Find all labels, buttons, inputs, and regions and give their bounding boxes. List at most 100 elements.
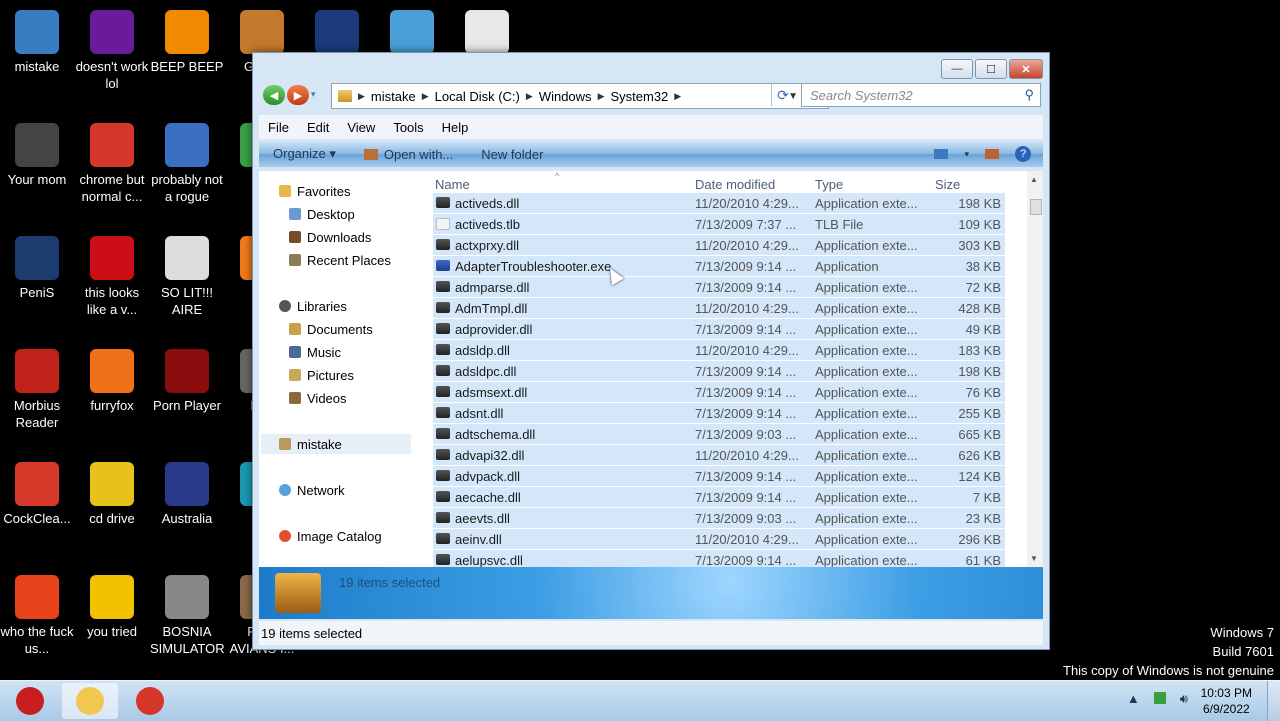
- desktop-icon[interactable]: who the fuck us...: [0, 575, 74, 657]
- show-desktop-button[interactable]: [1267, 681, 1280, 721]
- taskbar-button[interactable]: [122, 683, 178, 719]
- file-row[interactable]: advapi32.dll 11/20/2010 4:29... Applicatio…: [433, 445, 1005, 466]
- file-row[interactable]: activeds.dll 11/20/2010 4:29... Applicatio…: [433, 193, 1005, 214]
- desktop-icon[interactable]: BOSNIA SIMULATOR: [150, 575, 225, 657]
- nav-pictures[interactable]: Pictures: [289, 365, 354, 385]
- desktop-icon[interactable]: Australia: [150, 462, 224, 527]
- refresh-button[interactable]: ⟳: [771, 84, 794, 106]
- desktop-icon[interactable]: probably not a rogue: [150, 123, 224, 205]
- menu-view[interactable]: View: [338, 120, 384, 135]
- file-row[interactable]: AdapterTroubleshooter.exe 7/13/2009 9:14 …: [433, 256, 1005, 277]
- breadcrumb-separator-icon[interactable]: ▶: [422, 91, 429, 102]
- file-row[interactable]: adprovider.dll 7/13/2009 9:14 ... Applicat…: [433, 319, 1005, 340]
- open-with-button[interactable]: Open with...: [350, 147, 467, 162]
- file-row[interactable]: adsldp.dll 11/20/2010 4:29... Application …: [433, 340, 1005, 361]
- desktop-icon[interactable]: Your mom: [0, 123, 74, 188]
- taskbar-button[interactable]: [62, 683, 118, 719]
- new-folder-button[interactable]: New folder: [467, 147, 557, 162]
- network-icon[interactable]: [1153, 692, 1166, 704]
- desktop-icon[interactable]: PeniS: [0, 236, 74, 301]
- search-icon[interactable]: ⚲: [1024, 87, 1034, 103]
- address-bar[interactable]: ▶ mistake ▶ Local Disk (C:) ▶ Windows ▶ …: [331, 83, 829, 109]
- volume-icon[interactable]: 🔊︎: [1180, 691, 1188, 707]
- file-row[interactable]: aecache.dll 7/13/2009 9:14 ... Application…: [433, 487, 1005, 508]
- file-type: Application exte...: [815, 343, 918, 358]
- desktop-icon[interactable]: [450, 10, 524, 58]
- breadcrumb-windows[interactable]: Windows: [533, 89, 598, 104]
- taskbar-button[interactable]: [2, 683, 58, 719]
- column-date-modified[interactable]: Date modified: [695, 177, 775, 192]
- column-name[interactable]: Name: [435, 177, 470, 192]
- nav-network[interactable]: Network: [279, 480, 345, 500]
- desktop-icon[interactable]: [300, 10, 374, 58]
- column-size[interactable]: Size: [935, 177, 960, 192]
- nav-videos[interactable]: Videos: [289, 388, 347, 408]
- menu-help[interactable]: Help: [433, 120, 478, 135]
- menu-edit[interactable]: Edit: [298, 120, 338, 135]
- file-row[interactable]: adsldpc.dll 7/13/2009 9:14 ... Application…: [433, 361, 1005, 382]
- file-row[interactable]: adsmsext.dll 7/13/2009 9:14 ... Applicatio…: [433, 382, 1005, 403]
- breadcrumb-mistake[interactable]: mistake: [365, 89, 422, 104]
- organize-button[interactable]: Organize ▾: [259, 146, 350, 162]
- desktop-icon[interactable]: Morbius Reader: [0, 349, 74, 431]
- nav-libraries[interactable]: Libraries: [279, 296, 347, 316]
- image-catalog-icon: [279, 530, 291, 542]
- nav-desktop[interactable]: Desktop: [289, 204, 355, 224]
- change-view-icon[interactable]: [934, 149, 949, 159]
- breadcrumb-local-disk[interactable]: Local Disk (C:): [429, 89, 526, 104]
- desktop-icon[interactable]: chrome but normal c...: [75, 123, 149, 205]
- breadcrumb-separator-icon[interactable]: ▶: [526, 91, 533, 102]
- nav-image-catalog[interactable]: Image Catalog: [279, 526, 382, 546]
- back-button[interactable]: ◀: [263, 85, 285, 105]
- file-row[interactable]: adtschema.dll 7/13/2009 9:03 ... Applicati…: [433, 424, 1005, 445]
- file-row[interactable]: activeds.tlb 7/13/2009 7:37 ... TLB File 10…: [433, 214, 1005, 235]
- breadcrumb-separator-icon[interactable]: ▶: [598, 91, 605, 102]
- desktop-icon[interactable]: SO LIT!!! AIRE: [150, 236, 224, 318]
- menu-file[interactable]: File: [259, 120, 298, 135]
- file-row[interactable]: aelupsvc.dll 7/13/2009 9:14 ... Applicatio…: [433, 550, 1005, 567]
- desktop-icon[interactable]: this looks like a v...: [75, 236, 149, 318]
- breadcrumb-separator-icon[interactable]: ▶: [674, 91, 681, 102]
- forward-button[interactable]: ▶: [287, 85, 309, 105]
- menu-tools[interactable]: Tools: [384, 120, 432, 135]
- desktop-icon[interactable]: furryfox: [75, 349, 149, 414]
- clock[interactable]: 10:03 PM 6/9/2022: [1201, 685, 1252, 717]
- scroll-up-icon[interactable]: ▲: [1030, 175, 1038, 184]
- search-input[interactable]: Search System32 ⚲: [801, 83, 1041, 107]
- nav-music[interactable]: Music: [289, 342, 341, 362]
- show-hidden-icons-icon[interactable]: ▲: [1127, 691, 1140, 707]
- column-type[interactable]: Type: [815, 177, 843, 192]
- desktop-icon[interactable]: BEEP BEEP: [150, 10, 224, 75]
- help-icon[interactable]: ?: [1015, 146, 1031, 162]
- file-row[interactable]: admparse.dll 7/13/2009 9:14 ... Applicatio…: [433, 277, 1005, 298]
- desktop-icon[interactable]: cd drive: [75, 462, 149, 527]
- vertical-scrollbar[interactable]: ▲ ▼: [1027, 171, 1043, 567]
- file-row[interactable]: aeevts.dll 7/13/2009 9:03 ... Application …: [433, 508, 1005, 529]
- nav-downloads[interactable]: Downloads: [289, 227, 371, 247]
- desktop-icon[interactable]: mistake: [0, 10, 74, 75]
- scroll-down-icon[interactable]: ▼: [1030, 554, 1038, 563]
- desktop-icon[interactable]: CockClea...: [0, 462, 74, 527]
- file-row[interactable]: adsnt.dll 7/13/2009 9:14 ... Application e…: [433, 403, 1005, 424]
- scrollbar-thumb[interactable]: [1030, 199, 1042, 215]
- desktop-icon[interactable]: Porn Player: [150, 349, 224, 414]
- dll-file-icon: [436, 491, 450, 502]
- file-row[interactable]: aeinv.dll 11/20/2010 4:29... Application e…: [433, 529, 1005, 550]
- desktop-icon[interactable]: doesn't work lol: [75, 10, 149, 92]
- file-row[interactable]: actxprxy.dll 11/20/2010 4:29... Applicatio…: [433, 235, 1005, 256]
- breadcrumb-system32[interactable]: System32: [604, 89, 674, 104]
- maximize-button[interactable]: ☐: [975, 59, 1007, 79]
- recent-pages-dropdown[interactable]: ▾: [311, 89, 316, 100]
- nav-documents[interactable]: Documents: [289, 319, 373, 339]
- minimize-button[interactable]: —: [941, 59, 973, 79]
- desktop-icon[interactable]: you tried: [75, 575, 149, 640]
- preview-pane-icon[interactable]: [985, 149, 999, 159]
- nav-recent-places[interactable]: Recent Places: [289, 250, 391, 270]
- close-button[interactable]: ✕: [1009, 59, 1043, 79]
- nav-homegroup-mistake[interactable]: mistake: [261, 434, 411, 454]
- file-row[interactable]: advpack.dll 7/13/2009 9:14 ... Application…: [433, 466, 1005, 487]
- file-row[interactable]: AdmTmpl.dll 11/20/2010 4:29... Application…: [433, 298, 1005, 319]
- desktop-icon[interactable]: [375, 10, 449, 58]
- nav-favorites[interactable]: Favorites: [279, 181, 350, 201]
- view-dropdown-icon[interactable]: ▾: [964, 149, 969, 160]
